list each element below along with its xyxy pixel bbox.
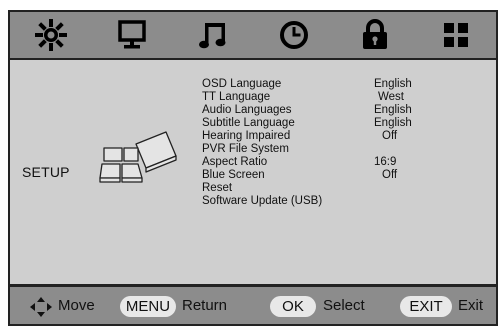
setup-blocks-icon (99, 131, 177, 183)
menu-item-label: Reset (202, 182, 233, 194)
setup-panel: SETUP OSD Language English TT Language West… (8, 60, 498, 284)
menu-item[interactable]: Audio Languages English (202, 104, 452, 117)
setup-screen: SETUP OSD Language English TT Language West… (8, 10, 498, 326)
menu-item[interactable]: OSD Language English (202, 78, 452, 91)
four-way-arrow-icon (30, 297, 52, 317)
sun-icon (34, 19, 67, 51)
menu-item-value: English (374, 104, 412, 116)
menu-item-label: Software Update (USB) (202, 195, 323, 207)
menu-item-label: OSD Language (202, 78, 282, 90)
menu-item[interactable]: Hearing Impaired Off (202, 130, 452, 143)
menu-tab-bar (8, 10, 498, 60)
tab-monitor[interactable] (91, 12, 172, 58)
menu-item-label: TT Language (202, 91, 271, 103)
tab-setup[interactable] (415, 12, 496, 58)
clock-icon (279, 21, 308, 49)
monitor-icon (117, 20, 146, 49)
music-note-icon (198, 23, 225, 49)
move-hint-label: Move (58, 297, 95, 314)
menu-item-value: West (378, 91, 404, 103)
tab-picture[interactable] (10, 12, 91, 58)
exit-key[interactable]: EXIT (400, 296, 452, 317)
menu-item[interactable]: Aspect Ratio 16:9 (202, 156, 452, 169)
menu-item-label: Audio Languages (202, 104, 292, 116)
menu-key[interactable]: MENU (120, 296, 176, 317)
menu-item-value: English (374, 117, 412, 129)
tab-audio[interactable] (172, 12, 253, 58)
menu-item[interactable]: Software Update (USB) (202, 195, 452, 208)
grid-icon (443, 23, 468, 47)
menu-item[interactable]: Subtitle Language English (202, 117, 452, 130)
menu-item-label: Subtitle Language (202, 117, 295, 129)
section-title: SETUP (22, 164, 70, 180)
tab-time[interactable] (253, 12, 334, 58)
tab-lock[interactable] (334, 12, 415, 58)
menu-item-value: Off (382, 130, 398, 142)
return-hint-label: Return (182, 297, 228, 314)
menu-item[interactable]: Blue Screen Off (202, 169, 452, 182)
key-hint-bar: Move MENU Return OK Select EXIT Exit (8, 284, 498, 326)
menu-item-value: 16:9 (374, 156, 397, 168)
menu-item-value: English (374, 78, 412, 90)
menu-item[interactable]: PVR File System (202, 143, 452, 156)
menu-item[interactable]: Reset (202, 182, 452, 195)
menu-item-label: PVR File System (202, 143, 289, 155)
setup-menu-list: OSD Language English TT Language West Audio … (202, 78, 452, 208)
exit-hint-label: Exit (458, 297, 484, 314)
select-hint-label: Select (323, 297, 365, 314)
menu-item-label: Hearing Impaired (202, 130, 291, 142)
ok-key[interactable]: OK (270, 296, 316, 317)
menu-item-label: Aspect Ratio (202, 156, 268, 168)
menu-item-value: Off (382, 169, 398, 181)
menu-item-label: Blue Screen (202, 169, 265, 181)
menu-item[interactable]: TT Language West (202, 91, 452, 104)
lock-icon (362, 19, 387, 49)
